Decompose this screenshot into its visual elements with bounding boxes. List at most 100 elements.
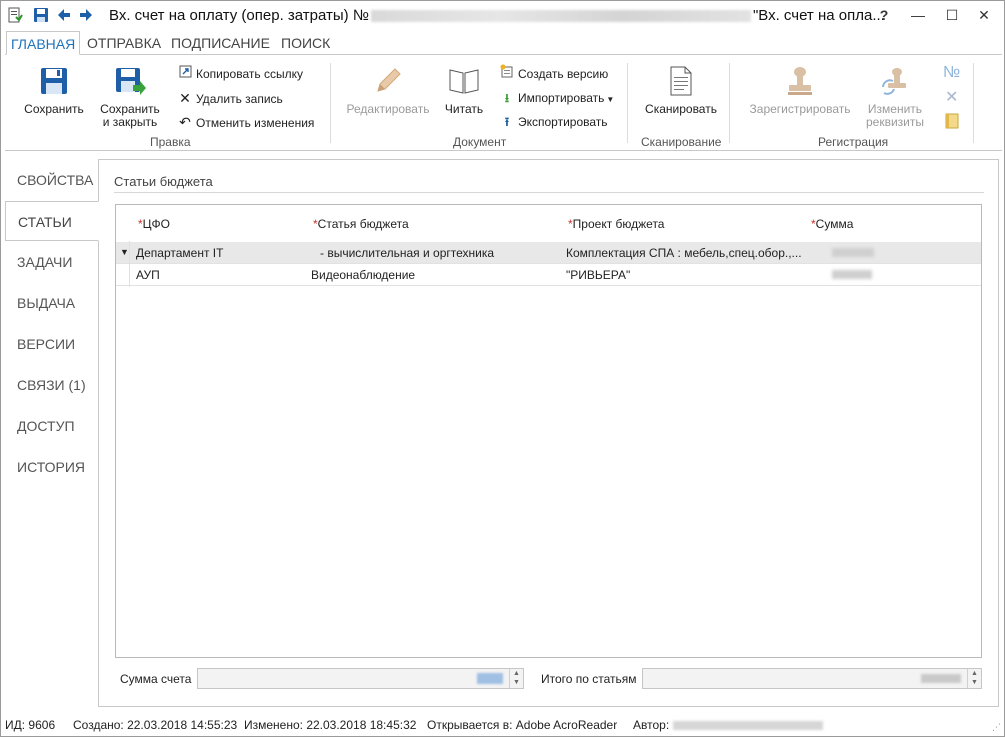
minimize-button[interactable]: —	[904, 4, 932, 26]
scan-document-icon	[670, 66, 692, 96]
title-bar: Вх. счет на оплату (опер. затраты) № "Вх.…	[1, 1, 1004, 31]
cell-article[interactable]: Видеонаблюдение	[311, 268, 415, 282]
group-label-document: Документ	[453, 135, 507, 149]
number-sign-button[interactable]: №	[943, 63, 960, 83]
clear-number-icon[interactable]: ✕	[945, 88, 958, 108]
scan-button[interactable]: Сканировать	[641, 65, 721, 116]
section-title: Статьи бюджета	[114, 174, 213, 189]
app-icon	[8, 7, 23, 23]
group-label-pravka: Правка	[150, 135, 191, 149]
pencil-icon	[377, 68, 401, 92]
forward-arrow-icon[interactable]	[78, 7, 94, 23]
save-icon	[41, 68, 67, 94]
invoice-sum-redacted	[477, 673, 503, 684]
cell-sum-redacted[interactable]	[832, 248, 874, 257]
register-button[interactable]: Зарегистрировать	[745, 65, 855, 116]
invoice-sum-label: Сумма счета	[120, 672, 192, 686]
content-panel: Статьи бюджета *ЦФО *Статья бюджета *Про…	[98, 159, 999, 707]
create-version-button[interactable]: Создать версию	[499, 64, 608, 84]
table-row[interactable]: АУП Видеонаблюдение "РИВЬЕРА"	[116, 264, 981, 286]
column-header-article[interactable]: *Статья бюджета	[313, 217, 409, 231]
document-window: Вх. счет на оплату (опер. затраты) № "Вх.…	[0, 0, 1005, 737]
stamp-icon	[788, 67, 812, 95]
budget-grid: *ЦФО *Статья бюджета *Проект бюджета *Су…	[115, 204, 982, 658]
maximize-button[interactable]: ☐	[938, 4, 966, 26]
nav-versions[interactable]: ВЕРСИИ	[5, 324, 98, 364]
resize-grip-icon[interactable]: ⋰	[992, 722, 1001, 733]
save-close-icon	[116, 68, 146, 95]
author-redacted	[673, 721, 823, 730]
save-button[interactable]: Сохранить	[19, 65, 89, 116]
undo-icon: ↶	[179, 114, 191, 130]
cell-cfo[interactable]: АУП	[136, 268, 160, 282]
copy-link-button[interactable]: Копировать ссылку	[177, 64, 303, 84]
column-header-sum[interactable]: *Сумма	[811, 217, 853, 231]
status-bar: ИД: 9606 Создано: 22.03.2018 14:55:23 Из…	[1, 714, 1004, 737]
side-nav: СВОЙСТВА СТАТЬИ ЗАДАЧИ ВЫДАЧА ВЕРСИИ СВЯ…	[5, 159, 99, 709]
status-id: ИД: 9606	[5, 718, 56, 732]
chevron-down-icon: ▼	[606, 95, 615, 104]
read-button[interactable]: Читать	[439, 65, 489, 116]
export-button[interactable]: ⭱ Экспортировать	[499, 112, 608, 132]
status-opens-in: Открывается в: Adobe AcroReader	[427, 718, 618, 732]
stepper-arrows[interactable]: ▲ ▼	[967, 669, 981, 688]
back-arrow-icon[interactable]	[56, 7, 72, 23]
delete-record-button[interactable]: ✕ Удалить запись	[177, 88, 283, 108]
edit-button[interactable]: Редактировать	[343, 65, 433, 116]
nav-history[interactable]: ИСТОРИЯ	[5, 447, 98, 487]
help-button[interactable]: ?	[870, 4, 898, 26]
ribbon: Сохранить Сохранить и закрыть Копировать…	[5, 54, 1002, 151]
group-separator	[627, 63, 628, 143]
save-close-button[interactable]: Сохранить и закрыть	[95, 65, 165, 129]
cell-project[interactable]: "РИВЬЕРА"	[566, 268, 630, 282]
save-icon[interactable]	[33, 7, 49, 23]
cell-project[interactable]: Комплектация СПА : мебель,спец.обор.,...	[566, 246, 802, 260]
stepper-arrows[interactable]: ▲ ▼	[509, 669, 523, 688]
group-label-scan: Сканирование	[641, 135, 722, 149]
column-header-cfo[interactable]: *ЦФО	[138, 217, 170, 231]
section-divider	[114, 192, 984, 193]
cell-cfo[interactable]: Департамент IT	[136, 246, 223, 260]
invoice-sum-stepper[interactable]: ▲ ▼	[197, 668, 524, 689]
group-label-registration: Регистрация	[818, 135, 889, 149]
import-dropdown[interactable]: ⭳ Импортировать ▼	[499, 88, 614, 108]
table-row[interactable]: ▼ Департамент IT - вычислительная и оргт…	[116, 242, 981, 264]
new-version-icon	[499, 64, 515, 84]
group-separator	[729, 63, 730, 143]
nav-articles[interactable]: СТАТЬИ	[5, 201, 99, 241]
tab-search[interactable]: ПОИСК	[277, 31, 334, 55]
nav-issue[interactable]: ВЫДАЧА	[5, 283, 98, 323]
delete-x-icon: ✕	[179, 90, 191, 106]
column-header-project[interactable]: *Проект бюджета	[568, 217, 664, 231]
change-requisites-button[interactable]: Изменить реквизиты	[861, 65, 929, 129]
group-separator	[330, 63, 331, 143]
nav-access[interactable]: ДОСТУП	[5, 406, 98, 446]
nav-properties[interactable]: СВОЙСТВА	[5, 160, 98, 200]
total-articles-label: Итого по статьям	[541, 672, 637, 686]
window-title: Вх. счет на оплату (опер. затраты) № "Вх.…	[109, 7, 885, 24]
tab-main[interactable]: ГЛАВНАЯ	[6, 31, 81, 55]
status-author: Автор:	[633, 718, 670, 732]
nav-links[interactable]: СВЯЗИ (1)	[5, 365, 98, 405]
import-arrow-icon: ⭳	[504, 91, 510, 105]
tab-send[interactable]: ОТПРАВКА	[83, 31, 165, 55]
link-icon	[177, 64, 193, 84]
ribbon-tabs: ГЛАВНАЯ ОТПРАВКА ПОДПИСАНИЕ ПОИСК	[1, 31, 1004, 55]
tab-sign[interactable]: ПОДПИСАНИЕ	[167, 31, 274, 55]
status-created: Создано: 22.03.2018 14:55:23	[73, 718, 238, 732]
redacted-title-part	[370, 10, 751, 23]
total-articles-redacted	[921, 674, 961, 683]
cell-article[interactable]: - вычислительная и оргтехника	[320, 246, 494, 260]
status-modified: Изменено: 22.03.2018 18:45:32	[244, 718, 417, 732]
row-indicator-column	[116, 241, 130, 287]
group-separator	[973, 63, 974, 143]
journal-icon[interactable]	[945, 113, 959, 133]
undo-changes-button[interactable]: ↶ Отменить изменения	[177, 112, 314, 132]
open-book-icon	[449, 69, 479, 94]
export-arrow-icon: ⭱	[504, 115, 510, 129]
cell-sum-redacted[interactable]	[832, 270, 872, 279]
total-articles-stepper[interactable]: ▲ ▼	[642, 668, 982, 689]
nav-tasks[interactable]: ЗАДАЧИ	[5, 242, 98, 282]
close-button[interactable]: ✕	[970, 4, 998, 26]
stamp-refresh-icon	[882, 68, 906, 95]
